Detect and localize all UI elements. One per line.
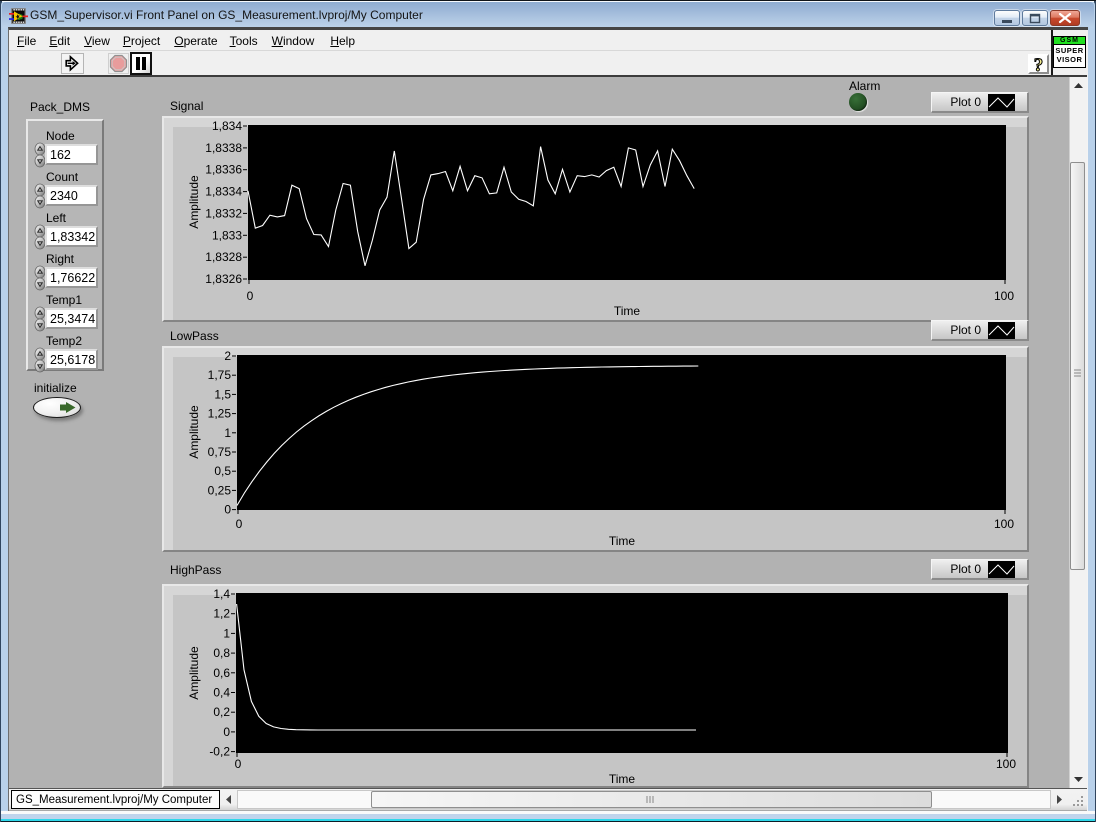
svg-text:Time: Time [609,772,636,786]
svg-text:0: 0 [224,503,231,517]
svg-text:2: 2 [224,349,231,363]
svg-text:0: 0 [223,725,230,739]
svg-text:1,4: 1,4 [213,587,230,601]
svg-text:1,834: 1,834 [212,119,242,133]
svg-text:0,6: 0,6 [213,666,230,680]
svg-text:0,8: 0,8 [213,646,230,660]
svg-text:0: 0 [247,289,254,303]
svg-text:-0,2: -0,2 [209,745,230,759]
svg-text:Amplitude: Amplitude [187,175,201,229]
svg-text:1,8332: 1,8332 [205,206,242,220]
svg-text:0,5: 0,5 [214,464,231,478]
svg-text:0,4: 0,4 [213,686,230,700]
svg-text:1,25: 1,25 [208,407,232,421]
svg-text:1,8334: 1,8334 [205,185,242,199]
svg-text:0,25: 0,25 [208,483,232,497]
svg-text:Amplitude: Amplitude [187,405,201,459]
svg-text:1,8326: 1,8326 [205,272,242,286]
svg-text:100: 100 [994,289,1014,303]
svg-text:0,2: 0,2 [213,705,230,719]
svg-text:1,8336: 1,8336 [205,163,242,177]
svg-text:Time: Time [609,534,636,548]
svg-text:100: 100 [994,517,1014,531]
svg-text:1: 1 [224,426,231,440]
svg-text:0,75: 0,75 [208,445,232,459]
svg-text:1,2: 1,2 [213,607,230,621]
svg-text:Time: Time [614,304,641,318]
svg-text:Amplitude: Amplitude [187,646,201,700]
svg-text:1,833: 1,833 [212,228,242,242]
svg-text:?: ? [1034,55,1044,74]
svg-text:1,8338: 1,8338 [205,141,242,155]
svg-text:1,8328: 1,8328 [205,250,242,264]
svg-text:1,75: 1,75 [208,368,232,382]
svg-text:0: 0 [235,757,242,771]
svg-text:1: 1 [223,626,230,640]
svg-text:0: 0 [236,517,243,531]
svg-text:100: 100 [996,757,1016,771]
svg-text:1,5: 1,5 [214,387,231,401]
